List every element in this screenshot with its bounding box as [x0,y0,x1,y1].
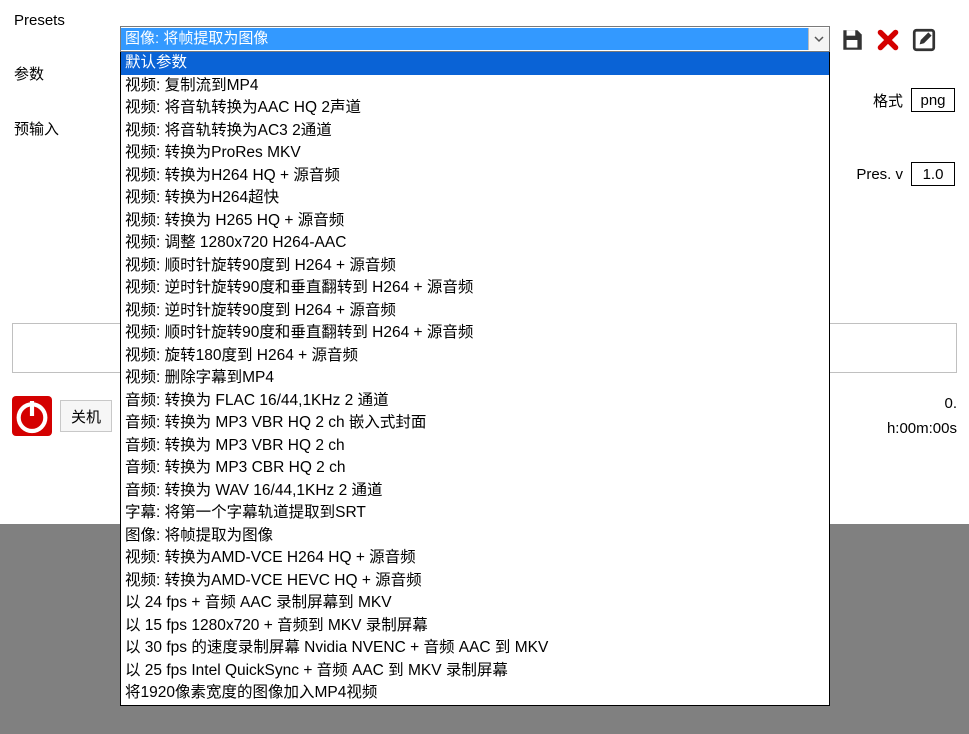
preset-option[interactable]: 以 15 fps 1280x720 + 音频到 MKV 录制屏幕 [121,615,829,638]
save-icon [839,27,865,53]
preset-option[interactable]: 视频: 顺时针旋转90度到 H264 + 源音频 [121,255,829,278]
preset-option[interactable]: 视频: 转换为AMD-VCE H264 HQ + 源音频 [121,547,829,570]
preset-option[interactable]: 图像: 将帧提取为图像 [121,525,829,548]
preset-option[interactable]: 视频: 复制流到MP4 [121,75,829,98]
edit-icon [911,27,937,53]
edit-preset-button[interactable] [910,26,938,54]
preset-option[interactable]: 音频: 转换为 MP3 CBR HQ 2 ch [121,457,829,480]
preset-option[interactable]: 字幕: 将第一个字幕轨道提取到SRT [121,502,829,525]
format-input[interactable]: png [911,88,955,112]
presets-combobox-arrow[interactable] [808,28,829,50]
preset-option[interactable]: 视频: 逆时针旋转90度和垂直翻转到 H264 + 源音频 [121,277,829,300]
preset-option[interactable]: 音频: 转换为 FLAC 16/44,1KHz 2 通道 [121,390,829,413]
preinput-label: 预输入 [14,118,110,139]
delete-icon [875,27,901,53]
presv-label: Pres. v [856,166,903,183]
preset-option[interactable]: 视频: 逆时针旋转90度到 H264 + 源音频 [121,300,829,323]
preset-option[interactable]: 以 25 fps Intel QuickSync + 音频 AAC 到 MKV … [121,660,829,683]
preset-option[interactable]: 视频: 调整 1280x720 H264-AAC [121,232,829,255]
delete-preset-button[interactable] [874,26,902,54]
params-label: 参数 [14,63,110,84]
preset-option[interactable]: 视频: 转换为H264 HQ + 源音频 [121,165,829,188]
preset-option[interactable]: 视频: 将音轨转换为AC3 2通道 [121,120,829,143]
preset-option[interactable]: 视频: 删除字幕到MP4 [121,367,829,390]
preset-option[interactable]: 视频: 转换为 H265 HQ + 源音频 [121,210,829,233]
presets-combobox-text: 图像: 将帧提取为图像 [121,28,808,50]
preset-option[interactable]: 音频: 转换为 MP3 VBR HQ 2 ch 嵌入式封面 [121,412,829,435]
preset-option[interactable]: 默认参数 [121,52,829,75]
presv-input[interactable]: 1.0 [911,162,955,186]
preset-option[interactable]: 视频: 旋转180度到 H264 + 源音频 [121,345,829,368]
power-icon [12,396,52,436]
presets-label: Presets [14,12,110,29]
preset-option[interactable]: 以 24 fps + 音频 AAC 录制屏幕到 MKV [121,592,829,615]
shutdown-button[interactable]: 关机 [60,400,112,432]
preset-option[interactable]: 音频: 转换为 WAV 16/44,1KHz 2 通道 [121,480,829,503]
presets-dropdown[interactable]: 默认参数视频: 复制流到MP4视频: 将音轨转换为AAC HQ 2声道视频: 将… [120,52,830,706]
preset-option[interactable]: 将1920像素宽度的图像加入MP4视频 [121,682,829,705]
preset-option[interactable]: 以 30 fps 的速度录制屏幕 Nvidia NVENC + 音频 AAC 到… [121,637,829,660]
preset-option[interactable]: 视频: 转换为AMD-VCE HEVC HQ + 源音频 [121,570,829,593]
preset-option[interactable]: 视频: 将音轨转换为AAC HQ 2声道 [121,97,829,120]
presets-combobox[interactable]: 图像: 将帧提取为图像 [120,26,830,52]
preset-option[interactable]: 视频: 转换为H264超快 [121,187,829,210]
power-button[interactable] [12,396,52,436]
save-preset-button[interactable] [838,26,866,54]
format-label: 格式 [873,90,903,111]
preset-option[interactable]: 视频: 转换为ProRes MKV [121,142,829,165]
preset-option[interactable]: 视频: 顺时针旋转90度和垂直翻转到 H264 + 源音频 [121,322,829,345]
chevron-down-icon [814,34,824,44]
preset-option[interactable]: 音频: 转换为 MP3 VBR HQ 2 ch [121,435,829,458]
